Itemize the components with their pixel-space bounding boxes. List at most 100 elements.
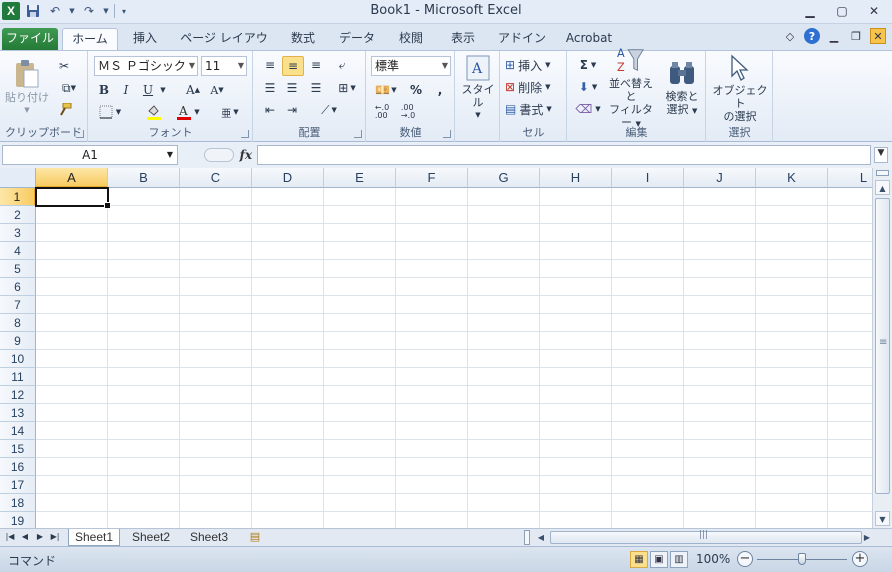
next-sheet-icon[interactable]: ▶ — [34, 531, 46, 543]
row-header-11[interactable]: 11 — [0, 368, 36, 386]
alignment-launcher-icon[interactable] — [354, 130, 362, 138]
row-header-18[interactable]: 18 — [0, 494, 36, 512]
page-layout-view-icon[interactable]: ▣ — [650, 551, 668, 568]
clipboard-launcher-icon[interactable] — [76, 130, 84, 138]
tab-insert[interactable]: 挿入 — [124, 28, 166, 50]
column-header-h[interactable]: H — [540, 168, 612, 188]
close-icon[interactable]: ✕ — [860, 2, 888, 20]
column-header-f[interactable]: F — [396, 168, 468, 188]
align-left-button[interactable]: ☰ — [260, 79, 280, 97]
scroll-right-icon[interactable]: ▶ — [860, 530, 874, 545]
row-header-14[interactable]: 14 — [0, 422, 36, 440]
number-launcher-icon[interactable] — [443, 130, 451, 138]
align-middle-button[interactable]: ≡ — [282, 56, 304, 76]
row-header-3[interactable]: 3 — [0, 224, 36, 242]
increase-decimal-button[interactable]: ←.0.00 — [371, 103, 393, 121]
row-header-2[interactable]: 2 — [0, 206, 36, 224]
align-top-button[interactable]: ≡ — [260, 56, 280, 74]
shrink-font-button[interactable]: A ▼ — [207, 81, 227, 99]
underline-button[interactable]: U — [139, 81, 157, 99]
help-icon[interactable]: ? — [804, 28, 820, 44]
row-header-8[interactable]: 8 — [0, 314, 36, 332]
align-bottom-button[interactable]: ≡ — [306, 56, 326, 74]
autosum-button[interactable]: Σ ▼ — [574, 56, 602, 74]
row-header-1[interactable]: 1 — [0, 188, 36, 206]
sheet-tab-sheet2[interactable]: Sheet2 — [124, 529, 178, 546]
insert-function-icon[interactable]: fx — [240, 148, 252, 162]
number-format-combo[interactable]: 標準 ▼ — [371, 56, 451, 76]
orientation-button[interactable]: ⟋ ▼ — [314, 101, 344, 119]
font-name-combo[interactable]: ＭＳ Ｐゴシック ▼ — [94, 56, 198, 76]
find-select-button[interactable]: 検索と 選択 ▼ — [660, 55, 704, 121]
workbook-minimize-icon[interactable]: ▁ — [826, 28, 842, 44]
italic-button[interactable]: I — [117, 81, 135, 99]
column-header-l[interactable]: L — [828, 168, 872, 188]
underline-dropdown-icon[interactable]: ▼ — [159, 81, 167, 99]
sort-filter-button[interactable]: AZ 並べ替えと フィルター ▼ — [604, 47, 658, 129]
zoom-out-icon[interactable]: − — [737, 551, 753, 567]
insert-cells-button[interactable]: ⊞ 挿入 ▼ — [505, 56, 565, 74]
align-right-button[interactable]: ☰ — [306, 79, 326, 97]
borders-button[interactable]: ▼ — [95, 103, 125, 121]
styles-button[interactable]: A スタイル ▼ — [458, 55, 498, 121]
row-header-10[interactable]: 10 — [0, 350, 36, 368]
paste-button[interactable]: 貼り付け ▼ — [4, 55, 50, 121]
scroll-left-icon[interactable]: ◀ — [534, 530, 548, 545]
comma-style-button[interactable]: , — [431, 81, 449, 99]
increase-indent-button[interactable]: ⇥ — [282, 101, 302, 119]
align-center-button[interactable]: ☰ — [282, 79, 302, 97]
zoom-level[interactable]: 100% — [696, 552, 730, 566]
row-header-6[interactable]: 6 — [0, 278, 36, 296]
row-header-5[interactable]: 5 — [0, 260, 36, 278]
row-header-19[interactable]: 19 — [0, 512, 36, 528]
grow-font-button[interactable]: A ▲ — [183, 81, 203, 99]
row-header-9[interactable]: 9 — [0, 332, 36, 350]
row-header-4[interactable]: 4 — [0, 242, 36, 260]
vertical-scroll-thumb[interactable] — [875, 198, 890, 494]
column-header-e[interactable]: E — [324, 168, 396, 188]
select-objects-button[interactable]: オブジェクト の選択 — [710, 54, 770, 123]
select-all-corner[interactable] — [0, 168, 36, 188]
minimize-ribbon-icon[interactable]: ◇ — [782, 28, 798, 44]
tab-file[interactable]: ファイル — [2, 28, 58, 50]
fill-button[interactable]: ⬇ ▼ — [574, 78, 602, 96]
row-header-15[interactable]: 15 — [0, 440, 36, 458]
column-header-j[interactable]: J — [684, 168, 756, 188]
row-header-13[interactable]: 13 — [0, 404, 36, 422]
last-sheet-icon[interactable]: ▶| — [49, 531, 61, 543]
row-header-12[interactable]: 12 — [0, 386, 36, 404]
sheet-tab-sheet3[interactable]: Sheet3 — [182, 529, 236, 546]
phonetic-button[interactable]: 亜 ▼ — [215, 103, 245, 121]
decrease-indent-button[interactable]: ⇤ — [260, 101, 280, 119]
tab-acrobat[interactable]: Acrobat — [560, 28, 618, 50]
font-color-button[interactable]: A ▼ — [173, 103, 203, 121]
column-header-a[interactable]: A — [36, 168, 108, 188]
insert-sheet-icon[interactable]: ▤ — [244, 530, 266, 545]
tab-page-layout[interactable]: ページ レイアウト — [176, 28, 272, 65]
scroll-down-icon[interactable]: ▼ — [875, 511, 890, 526]
copy-button[interactable]: ⧉ ▼ — [54, 79, 84, 97]
bold-button[interactable]: B — [95, 81, 113, 99]
zoom-slider-knob[interactable] — [798, 553, 806, 565]
format-painter-button[interactable] — [54, 101, 74, 119]
column-header-k[interactable]: K — [756, 168, 828, 188]
fill-color-button[interactable] — [139, 103, 169, 121]
percent-style-button[interactable]: % — [407, 81, 425, 99]
zoom-in-icon[interactable]: + — [852, 551, 868, 567]
horizontal-scrollbar[interactable]: ◀ ▶ — [524, 530, 872, 546]
tab-addins[interactable]: アドイン — [494, 28, 550, 50]
prev-sheet-icon[interactable]: ◀ — [19, 531, 31, 543]
row-header-16[interactable]: 16 — [0, 458, 36, 476]
scroll-up-icon[interactable]: ▲ — [875, 180, 890, 195]
format-cells-button[interactable]: ▤ 書式 ▼ — [505, 100, 565, 118]
maximize-icon[interactable]: ▢ — [828, 2, 856, 20]
horizontal-scroll-thumb[interactable] — [550, 530, 862, 544]
tab-view[interactable]: 表示 — [442, 28, 484, 50]
row-header-17[interactable]: 17 — [0, 476, 36, 494]
column-header-b[interactable]: B — [108, 168, 180, 188]
row-header-7[interactable]: 7 — [0, 296, 36, 314]
first-sheet-icon[interactable]: |◀ — [4, 531, 16, 543]
formula-input[interactable] — [257, 145, 871, 165]
expand-formula-bar-icon[interactable]: ▼ — [874, 147, 888, 163]
column-header-c[interactable]: C — [180, 168, 252, 188]
